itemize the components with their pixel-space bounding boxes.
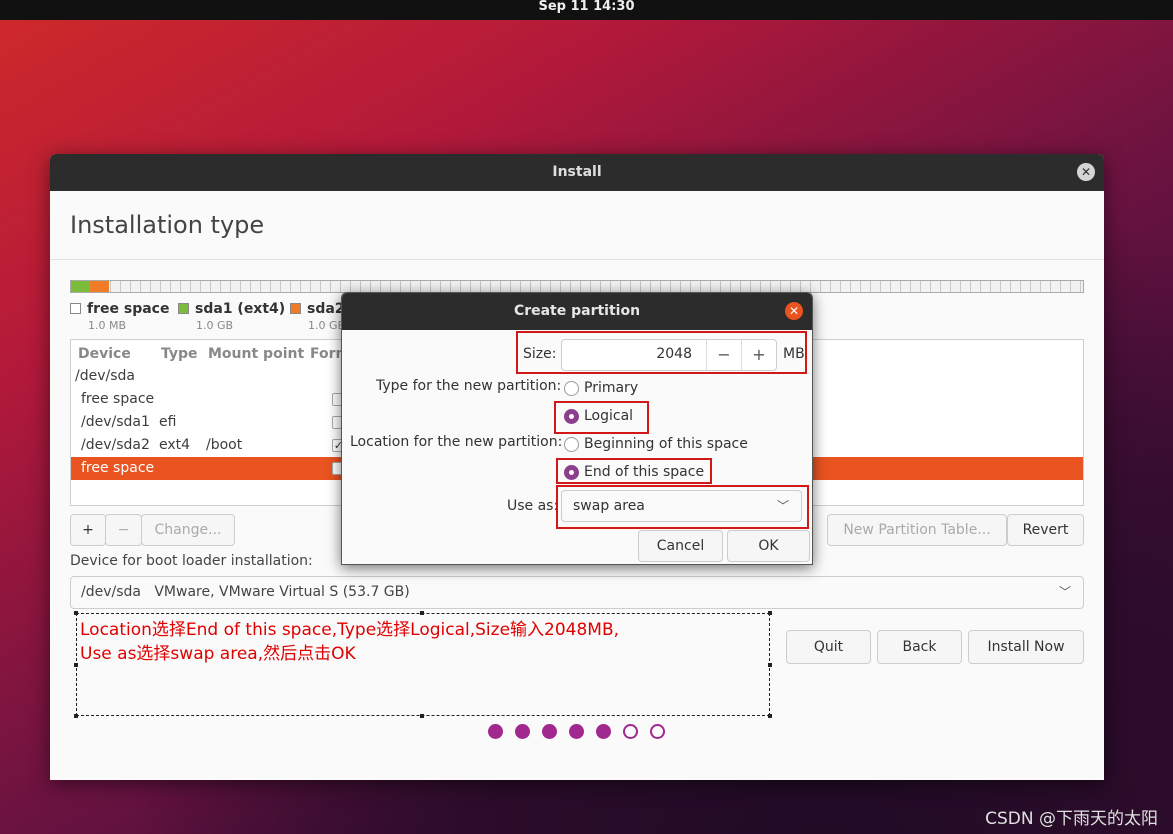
watermark: CSDN @下雨天的太阳 (985, 809, 1158, 829)
disk-segment-sda2 (90, 281, 109, 292)
resize-handle[interactable] (420, 611, 424, 615)
bootloader-device-select[interactable]: /dev/sda VMware, VMware Virtual S (53.7 … (70, 576, 1084, 609)
ok-button[interactable]: OK (727, 530, 810, 562)
resize-handle[interactable] (74, 663, 78, 667)
bootloader-device: /dev/sda (81, 584, 141, 600)
add-partition-button[interactable]: + (70, 514, 106, 546)
resize-handle[interactable] (74, 611, 78, 615)
size-unit: MB (783, 346, 805, 362)
resize-handle[interactable] (768, 714, 772, 718)
radio-end-label[interactable]: End of this space (584, 464, 704, 480)
radio-end[interactable] (564, 465, 579, 480)
cancel-button[interactable]: Cancel (638, 530, 723, 562)
column-header-type[interactable]: Type (161, 346, 198, 362)
window-title: Install (552, 164, 602, 180)
resize-handle[interactable] (768, 611, 772, 615)
step-dot (596, 724, 611, 739)
change-partition-button[interactable]: Change... (141, 514, 235, 546)
legend-swatch (290, 303, 301, 314)
legend-sda1: sda1 (ext4) 1.0 GB (178, 301, 285, 332)
page-title: Installation type (70, 211, 265, 239)
step-dot (488, 724, 503, 739)
dialog-close-icon[interactable]: ✕ (785, 302, 803, 320)
use-as-select[interactable]: swap area ﹀ (561, 490, 802, 522)
bootloader-label: Device for boot loader installation: (70, 553, 313, 569)
step-dot (650, 724, 665, 739)
legend-free-space: free space 1.0 MB (70, 301, 169, 332)
chevron-down-icon: ﹀ (1058, 585, 1071, 599)
step-dot (623, 724, 638, 739)
disk-segment-sda1 (71, 281, 90, 292)
column-header-device[interactable]: Device (78, 346, 131, 362)
resize-handle[interactable] (420, 714, 424, 718)
radio-beginning-label[interactable]: Beginning of this space (584, 436, 748, 452)
partition-location-label: Location for the new partition: (350, 434, 563, 450)
quit-button[interactable]: Quit (786, 630, 871, 664)
top-bar: Sep 11 14:30 (0, 0, 1173, 20)
size-input[interactable]: 2048 (656, 346, 692, 362)
new-partition-table-button[interactable]: New Partition Table... (827, 514, 1007, 546)
decrease-size-button[interactable]: − (706, 340, 741, 370)
resize-handle[interactable] (74, 714, 78, 718)
annotation-line-2: Use as选择swap area,然后点击OK (80, 644, 356, 664)
legend-swatch (70, 303, 81, 314)
remove-partition-button[interactable]: − (105, 514, 142, 546)
window-close-icon[interactable]: ✕ (1077, 163, 1095, 181)
radio-beginning[interactable] (564, 437, 579, 452)
revert-button[interactable]: Revert (1007, 514, 1084, 546)
dialog-titlebar: Create partition ✕ (342, 293, 812, 330)
resize-handle[interactable] (768, 663, 772, 667)
radio-logical-label[interactable]: Logical (584, 408, 633, 424)
install-now-button[interactable]: Install Now (968, 630, 1084, 664)
dialog-title: Create partition (513, 303, 641, 319)
radio-primary-label[interactable]: Primary (584, 380, 638, 396)
back-button[interactable]: Back (877, 630, 962, 664)
legend-swatch (178, 303, 189, 314)
legend-sda2: sda2 1.0 GB (290, 301, 345, 332)
window-titlebar: Install ✕ (50, 154, 1104, 191)
use-as-label: Use as: (507, 498, 559, 514)
chevron-down-icon: ﹀ (776, 499, 789, 513)
partition-type-label: Type for the new partition: (376, 378, 562, 394)
step-dot (515, 724, 530, 739)
size-spinbox[interactable]: 2048 − + (561, 339, 777, 371)
annotation-textbox[interactable]: Location选择End of this space,Type选择Logica… (76, 613, 770, 716)
step-dot (542, 724, 557, 739)
clock[interactable]: Sep 11 14:30 (538, 0, 634, 14)
divider (50, 259, 1104, 260)
step-dot (569, 724, 584, 739)
bootloader-device-description: VMware, VMware Virtual S (53.7 GB) (154, 584, 410, 600)
use-as-value: swap area (573, 498, 645, 514)
column-header-mount[interactable]: Mount point (208, 346, 304, 362)
size-label: Size: (523, 346, 557, 362)
create-partition-dialog: Create partition ✕ Size: 2048 − + MB Typ… (341, 292, 813, 565)
radio-logical[interactable] (564, 409, 579, 424)
annotation-line-1: Location选择End of this space,Type选择Logica… (80, 620, 620, 640)
radio-primary[interactable] (564, 381, 579, 396)
increase-size-button[interactable]: + (741, 340, 776, 370)
